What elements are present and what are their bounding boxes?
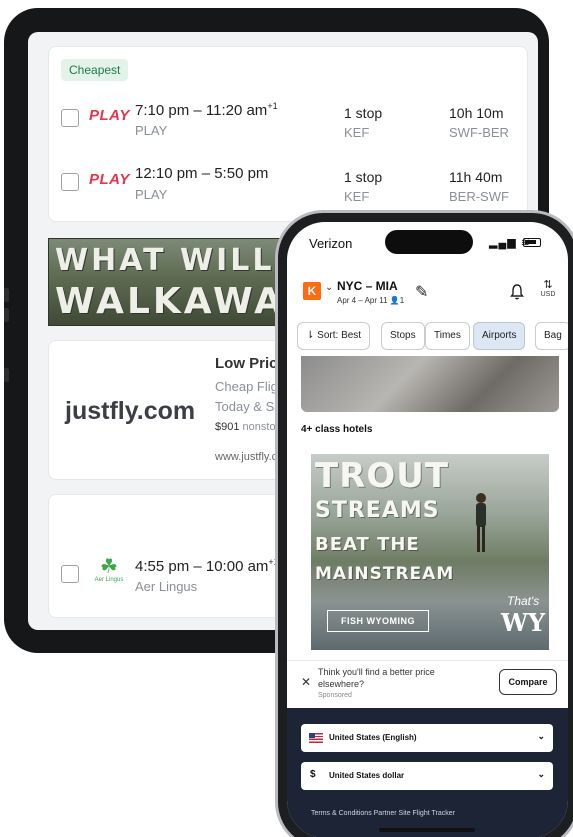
app-header: K ⌄ NYC – MIA Apr 4 – Apr 11 👤1 ✎ ⇅ USD — [287, 272, 568, 316]
airline-name: Aer Lingus — [135, 579, 198, 594]
wy-ad-headline: TROUT — [315, 456, 450, 496]
aer-lingus-logo-text: Aer Lingus — [94, 577, 124, 583]
flight-route: BER-SWF — [449, 189, 509, 204]
flight-compare-checkbox[interactable] — [61, 173, 79, 191]
banner-ad-line: WALKAWAY — [55, 281, 311, 322]
carrier-label: Verizon — [309, 236, 353, 251]
footer-links[interactable]: Terms & Conditions Partner Site Flight T… — [311, 810, 455, 817]
chevron-down-icon: ⌄ — [537, 731, 545, 741]
sponsored-listing-price: $901 nonsto — [215, 421, 276, 433]
compare-prompt: ✕ Think you'll find a better price elsew… — [287, 660, 568, 706]
status-bar: Verizon ▂▄▆ ≋ — [287, 222, 568, 264]
airline-name: PLAY — [135, 123, 168, 138]
home-indicator[interactable] — [379, 828, 475, 832]
justfly-logo: justfly.com — [65, 397, 196, 425]
wy-logo: WY — [501, 608, 546, 637]
flight-leg-row[interactable]: PLAY 7:10 pm – 11:20 am+1 PLAY 1 stop KE… — [49, 95, 529, 151]
fish-wyoming-button[interactable]: FISH WYOMING — [327, 610, 429, 632]
battery-icon — [523, 238, 541, 247]
close-icon[interactable]: ✕ — [301, 675, 311, 689]
language-select[interactable]: United States (English) ⌄ — [301, 724, 553, 752]
play-airline-logo: PLAY — [89, 171, 130, 188]
cheapest-badge: Cheapest — [61, 59, 129, 81]
sponsored-listing-url[interactable]: www.justfly.c — [215, 451, 277, 463]
flight-duration: 11h 40m — [449, 169, 503, 185]
compare-question: elsewhere? — [318, 679, 365, 689]
wy-ad-headline: BEAT THE — [315, 534, 420, 555]
play-airline-logo: PLAY — [89, 107, 130, 124]
layover-airport: KEF — [344, 189, 370, 204]
currency-exchange-icon: ⇅ — [543, 279, 553, 291]
filter-chips: ⇂ Sort: Best Stops Times Airports Bag — [297, 322, 568, 352]
tablet-side-button — [4, 308, 9, 322]
chevron-down-icon[interactable]: ⌄ — [325, 282, 333, 293]
traveler-icon: 👤 — [389, 296, 400, 305]
phone-device: Verizon ▂▄▆ ≋ K ⌄ NYC – MIA Apr 4 – Apr … — [275, 210, 573, 837]
currency-select[interactable]: $ United States dollar ⌄ — [301, 762, 553, 790]
wy-ad-headline: STREAMS — [315, 498, 440, 523]
flight-duration: 10h 10m — [449, 105, 504, 121]
flight-times: 4:55 pm – 10:00 am+1 — [135, 557, 279, 575]
tablet-side-button — [4, 368, 9, 382]
chevron-down-icon: ⌄ — [537, 769, 545, 779]
bell-icon[interactable] — [509, 283, 525, 301]
us-flag-icon — [309, 733, 323, 743]
shamrock-icon: ☘ — [100, 556, 118, 578]
currency-switch-icon[interactable]: ⇅ USD — [537, 278, 559, 298]
wy-logo-script: That's — [507, 594, 540, 608]
filter-bags[interactable]: Bag — [535, 322, 568, 350]
edit-pencil-icon[interactable]: ✎ — [415, 282, 428, 302]
filter-stops[interactable]: Stops — [381, 322, 425, 350]
wy-ad-headline: MAINSTREAM — [315, 564, 455, 584]
dynamic-island — [385, 230, 473, 254]
dollar-icon: $ — [310, 769, 316, 780]
footer: United States (English) ⌄ $ United State… — [287, 708, 568, 837]
hotels-heading: 4+ class hotels — [301, 424, 373, 435]
tablet-side-button — [4, 288, 9, 302]
filter-airports[interactable]: Airports — [473, 322, 526, 350]
flight-times: 7:10 pm – 11:20 am+1 — [135, 101, 278, 119]
kayak-logo[interactable]: K — [303, 282, 321, 300]
compare-question: Think you'll find a better price — [318, 667, 435, 677]
flight-route: SWF-BER — [449, 125, 509, 140]
filter-times[interactable]: Times — [425, 322, 470, 350]
trip-route[interactable]: NYC – MIA — [337, 279, 398, 293]
filter-sort[interactable]: ⇂ Sort: Best — [297, 322, 371, 350]
layover-airport: KEF — [344, 125, 370, 140]
trip-dates: Apr 4 – Apr 11 👤1 — [337, 296, 405, 305]
flight-result-card[interactable]: Cheapest PLAY 7:10 pm – 11:20 am+1 PLAY … — [48, 46, 528, 222]
currency-label: USD — [540, 291, 556, 298]
angler-figure — [476, 493, 486, 552]
sponsored-label: Sponsored — [318, 692, 352, 699]
compare-button[interactable]: Compare — [499, 669, 557, 695]
flight-leg-row[interactable]: PLAY 12:10 pm – 5:50 pm PLAY 1 stop KEF … — [49, 159, 529, 215]
flight-stops: 1 stop — [344, 105, 383, 121]
language-value: United States (English) — [329, 733, 417, 742]
flight-stops: 1 stop — [344, 169, 383, 185]
hotel-photo[interactable] — [301, 356, 559, 412]
wyoming-ad[interactable]: TROUT STREAMS BEAT THE MAINSTREAM FISH W… — [311, 454, 549, 650]
aer-lingus-logo: ☘ Aer Lingus — [89, 557, 129, 583]
flight-compare-checkbox[interactable] — [61, 565, 79, 583]
currency-value: United States dollar — [329, 771, 405, 780]
flight-compare-checkbox[interactable] — [61, 109, 79, 127]
phone-screen: Verizon ▂▄▆ ≋ K ⌄ NYC – MIA Apr 4 – Apr … — [287, 222, 568, 837]
airline-name: PLAY — [135, 187, 168, 202]
flight-times: 12:10 pm – 5:50 pm — [135, 165, 269, 182]
